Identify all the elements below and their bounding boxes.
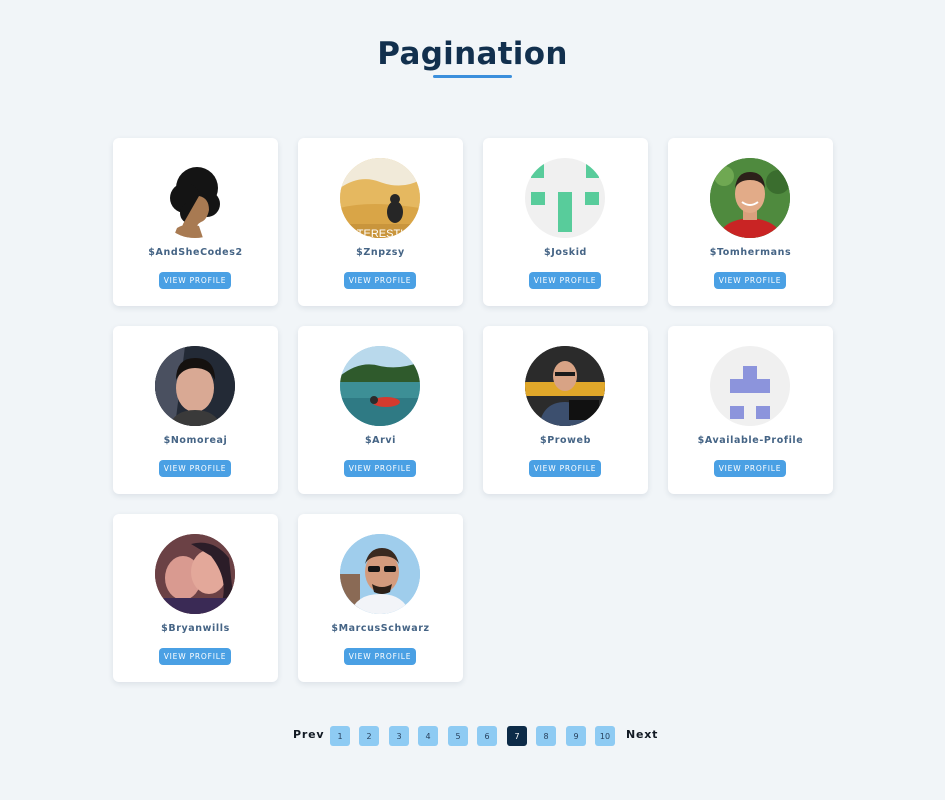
purple-identicon-avatar bbox=[710, 346, 790, 426]
username: $Joskid bbox=[544, 247, 587, 258]
view-profile-button[interactable]: VIEW PROFILE bbox=[714, 272, 786, 289]
view-profile-button[interactable]: VIEW PROFILE bbox=[529, 460, 601, 477]
profile-card: $AndSheCodes2 VIEW PROFILE bbox=[113, 138, 278, 306]
page-button-7[interactable]: 7 bbox=[507, 726, 527, 746]
page-button-3[interactable]: 3 bbox=[389, 726, 409, 746]
page-button-10[interactable]: 10 bbox=[595, 726, 615, 746]
username: $Bryanwills bbox=[161, 623, 230, 634]
profile-card: $Proweb VIEW PROFILE bbox=[483, 326, 648, 494]
profile-card: TERESTI $Znpzsy VIEW PROFILE bbox=[298, 138, 463, 306]
cat-on-couch-avatar: TERESTI bbox=[340, 158, 420, 238]
username: $Nomoreaj bbox=[163, 435, 228, 446]
snorkeling-photo-avatar bbox=[340, 346, 420, 426]
page-title: Pagination bbox=[377, 36, 568, 72]
next-button[interactable]: Next bbox=[626, 728, 658, 741]
view-profile-button[interactable]: VIEW PROFILE bbox=[159, 460, 231, 477]
pagination: Prev 1 2 3 4 5 6 7 8 9 10 Next bbox=[0, 726, 945, 746]
username: $MarcusSchwarz bbox=[331, 623, 430, 634]
page-button-5[interactable]: 5 bbox=[448, 726, 468, 746]
profile-card: $Available-Profile VIEW PROFILE bbox=[668, 326, 833, 494]
view-profile-button[interactable]: VIEW PROFILE bbox=[344, 272, 416, 289]
view-profile-button[interactable]: VIEW PROFILE bbox=[344, 460, 416, 477]
username: $Znpzsy bbox=[356, 247, 405, 258]
page-button-9[interactable]: 9 bbox=[566, 726, 586, 746]
man-with-laptop-avatar bbox=[525, 346, 605, 426]
avatar-photo-text: TERESTI bbox=[357, 228, 403, 238]
prev-button[interactable]: Prev bbox=[293, 728, 324, 741]
username: $Arvi bbox=[364, 435, 397, 446]
username: $Proweb bbox=[539, 435, 591, 446]
profile-card: $Bryanwills VIEW PROFILE bbox=[113, 514, 278, 682]
profile-card: $Joskid VIEW PROFILE bbox=[483, 138, 648, 306]
username: $Tomhermans bbox=[709, 247, 792, 258]
username: $AndSheCodes2 bbox=[148, 247, 243, 258]
profile-card: $Arvi VIEW PROFILE bbox=[298, 326, 463, 494]
profile-card: $Nomoreaj VIEW PROFILE bbox=[113, 326, 278, 494]
man-sunglasses-avatar bbox=[340, 534, 420, 614]
page-button-1[interactable]: 1 bbox=[330, 726, 350, 746]
man-portrait-avatar bbox=[155, 346, 235, 426]
green-identicon-avatar bbox=[525, 158, 605, 238]
couple-selfie-avatar bbox=[155, 534, 235, 614]
username: $Available-Profile bbox=[697, 435, 804, 446]
profile-grid: $AndSheCodes2 VIEW PROFILE TERESTI $Znpz… bbox=[113, 138, 833, 682]
page-button-8[interactable]: 8 bbox=[536, 726, 556, 746]
afro-hair-silhouette-avatar bbox=[155, 158, 235, 238]
page-button-4[interactable]: 4 bbox=[418, 726, 438, 746]
view-profile-button[interactable]: VIEW PROFILE bbox=[529, 272, 601, 289]
view-profile-button[interactable]: VIEW PROFILE bbox=[714, 460, 786, 477]
title-underline bbox=[433, 75, 512, 78]
view-profile-button[interactable]: VIEW PROFILE bbox=[159, 648, 231, 665]
man-red-shirt-avatar bbox=[710, 158, 790, 238]
profile-card: $Tomhermans VIEW PROFILE bbox=[668, 138, 833, 306]
page-button-6[interactable]: 6 bbox=[477, 726, 497, 746]
page-button-2[interactable]: 2 bbox=[359, 726, 379, 746]
view-profile-button[interactable]: VIEW PROFILE bbox=[344, 648, 416, 665]
profile-card: $MarcusSchwarz VIEW PROFILE bbox=[298, 514, 463, 682]
view-profile-button[interactable]: VIEW PROFILE bbox=[159, 272, 231, 289]
